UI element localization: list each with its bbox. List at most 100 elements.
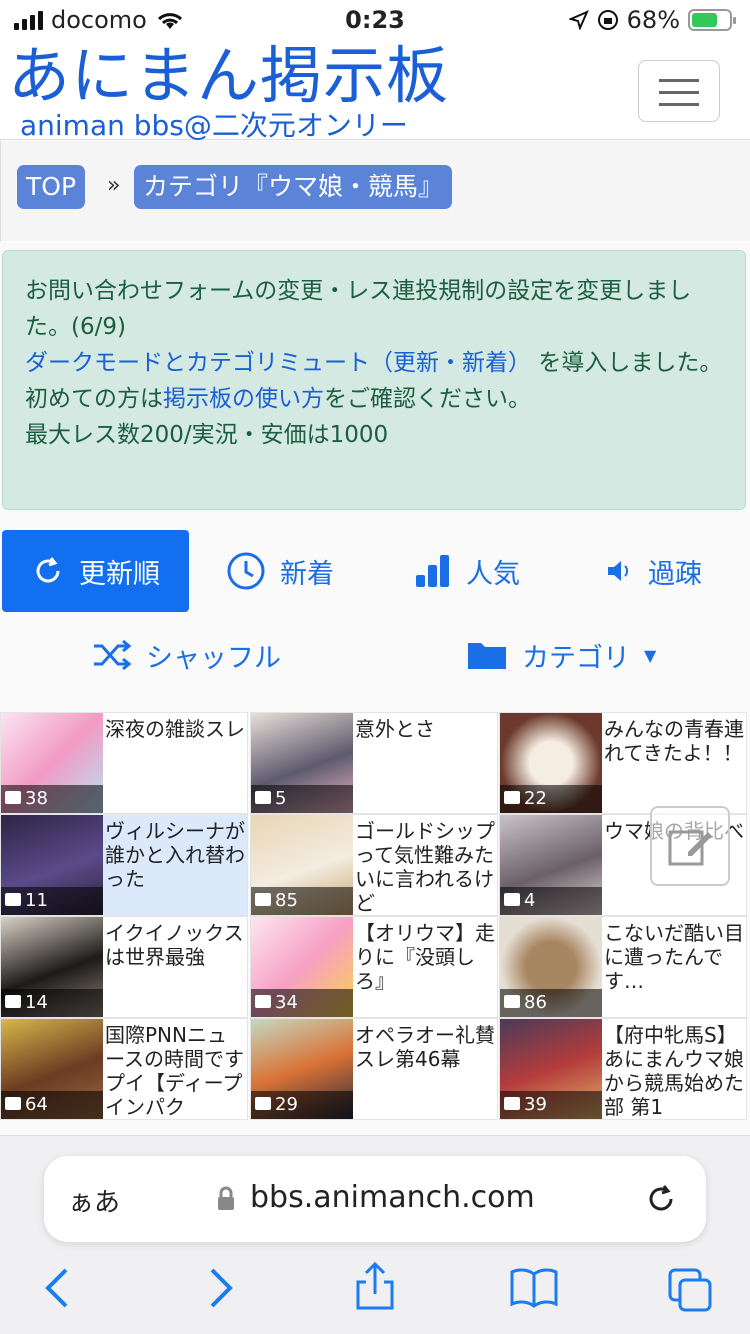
thread-card[interactable]: 14 イクイノックスは世界最強 (0, 916, 248, 1018)
reply-count: 39 (500, 1091, 602, 1119)
thread-title: ヴィルシーナが誰かと入れ替わった (105, 819, 245, 891)
thread-card[interactable]: 29 オペラオー礼賛スレ第46幕 (250, 1018, 498, 1120)
reply-count: 86 (500, 989, 602, 1017)
reply-count: 34 (251, 989, 353, 1017)
thread-title: ゴールドシップって気性難みたいに言われるけど (355, 819, 495, 915)
thread-title: 【オリウマ】走りに『没頭しろ』 (355, 921, 495, 993)
reply-count: 4 (500, 887, 602, 915)
category-label: カテゴリ (522, 642, 630, 674)
caret-down-icon: ▼ (644, 645, 657, 665)
tab-label: 人気 (466, 558, 520, 590)
thread-card[interactable]: 64 国際PNNニュースの時間ですプイ【ディープインパク (0, 1018, 248, 1120)
thread-thumbnail: 34 (251, 917, 353, 1017)
usage-guide-link[interactable]: 掲示板の使い方 (163, 386, 324, 412)
sort-tabs: 更新順 新着 人気 過疎 (0, 530, 750, 612)
menu-button[interactable] (638, 60, 720, 122)
notice-line-1: お問い合わせフォームの変更・レス連投規制の設定を変更しました。(6/9) (25, 278, 692, 340)
thread-card[interactable]: 86 こないだ酷い目に遭ったんです… (499, 916, 747, 1018)
url-text: bbs.animanch.com (250, 1180, 535, 1215)
thread-title: イクイノックスは世界最強 (105, 921, 244, 969)
thread-card[interactable]: 39 【府中牝馬S】あにまんウマ娘から競馬始めた部 第1 (499, 1018, 747, 1120)
back-icon[interactable] (42, 1266, 72, 1310)
share-icon[interactable] (354, 1260, 396, 1312)
reply-count: 22 (500, 785, 602, 813)
clock-icon (227, 552, 265, 590)
thread-title: 【府中牝馬S】あにまんウマ娘から競馬始めた部 第1 (604, 1023, 744, 1119)
thread-thumbnail: 85 (251, 815, 353, 915)
bookmarks-icon[interactable] (508, 1266, 560, 1310)
thread-card[interactable]: 22 みんなの青春連れてきたよ！！ (499, 712, 747, 814)
reader-aa-button[interactable]: ぁあ (68, 1182, 120, 1219)
thread-title: 意外とさ (355, 717, 435, 741)
lock-icon (218, 1186, 234, 1210)
hamburger-icon (659, 79, 699, 82)
address-bar[interactable]: ぁあ bbs.animanch.com (44, 1156, 706, 1242)
edit-icon (668, 830, 712, 866)
reply-count: 11 (1, 887, 103, 915)
thread-thumbnail: 29 (251, 1019, 353, 1119)
refresh-icon (36, 557, 60, 583)
thread-title: 深夜の雑談スレ (105, 717, 245, 741)
hamburger-icon (659, 91, 699, 94)
tab-label: 新着 (280, 558, 334, 590)
thread-thumbnail: 5 (251, 713, 353, 813)
site-header: あにまん掲示板 animan bbs@二次元オンリー (0, 40, 750, 142)
thread-thumbnail: 14 (1, 917, 103, 1017)
dark-mode-link[interactable]: ダークモードとカテゴリミュート（更新・新着） (25, 350, 531, 376)
tab-popular[interactable]: 人気 (414, 530, 520, 612)
thread-thumbnail: 64 (1, 1019, 103, 1119)
new-thread-button[interactable] (650, 806, 730, 886)
tab-label: 過疎 (648, 558, 702, 590)
breadcrumb: TOP » カテゴリ『ウマ娘・競馬』 (0, 141, 750, 241)
shuffle-label: シャッフル (146, 642, 281, 674)
thread-card[interactable]: 38 深夜の雑談スレ (0, 712, 248, 814)
status-right: 68% (568, 6, 736, 34)
thread-card[interactable]: 34 【オリウマ】走りに『没頭しろ』 (250, 916, 498, 1018)
category-dropdown[interactable]: カテゴリ ▼ (466, 622, 656, 688)
thread-thumbnail: 86 (500, 917, 602, 1017)
reload-icon[interactable] (644, 1182, 678, 1216)
site-logo[interactable]: あにまん掲示板 (8, 44, 449, 110)
breadcrumb-category-link[interactable]: カテゴリ『ウマ娘・競馬』 (134, 165, 453, 209)
reply-count: 85 (251, 887, 353, 915)
notice-line-2: ダークモードとカテゴリミュート（更新・新着） を導入しました。 (25, 345, 723, 381)
thread-card[interactable]: 11 ヴィルシーナが誰かと入れ替わった (0, 814, 248, 916)
breadcrumb-top-link[interactable]: TOP (17, 165, 86, 209)
browser-chrome: ぁあ bbs.animanch.com (0, 1135, 750, 1334)
notice-text: 初めての方は (25, 386, 163, 412)
reply-count: 29 (251, 1091, 353, 1119)
rotation-lock-icon (597, 10, 618, 30)
reply-count: 5 (251, 785, 353, 813)
reply-count: 38 (1, 785, 103, 813)
tab-new[interactable]: 新着 (226, 530, 334, 612)
notice-box: お問い合わせフォームの変更・レス連投規制の設定を変更しました。(6/9) ダーク… (2, 250, 746, 510)
battery-icon (688, 9, 736, 31)
hamburger-icon (659, 103, 699, 106)
thread-thumbnail: 39 (500, 1019, 602, 1119)
tabs-icon[interactable] (666, 1266, 714, 1314)
thread-title: こないだ酷い目に遭ったんです… (604, 921, 744, 993)
reply-count: 14 (1, 989, 103, 1017)
sub-nav: シャッフル カテゴリ ▼ (0, 622, 750, 692)
thread-card[interactable]: 5 意外とさ (250, 712, 498, 814)
site-sublogo: animan bbs@二次元オンリー (20, 109, 408, 142)
forward-icon[interactable] (206, 1266, 236, 1310)
notice-line-4: 最大レス数200/実況・安価は1000 (25, 422, 389, 448)
thread-thumbnail: 11 (1, 815, 103, 915)
tab-sparse[interactable]: 過疎 (604, 530, 702, 612)
reply-count: 64 (1, 1091, 103, 1119)
shuffle-icon (94, 639, 132, 671)
notice-text: を導入しました。 (538, 350, 723, 376)
battery-percent: 68% (626, 6, 680, 34)
thread-card[interactable]: 85 ゴールドシップって気性難みたいに言われるけど (250, 814, 498, 916)
notice-line-3: 初めての方は掲示板の使い方をご確認ください。 (25, 381, 723, 417)
shuffle-button[interactable]: シャッフル (92, 622, 281, 688)
status-bar: docomo 0:23 68% (0, 0, 750, 40)
notice-text: をご確認ください。 (324, 386, 531, 412)
tab-label: 更新順 (79, 558, 160, 590)
thread-thumbnail: 38 (1, 713, 103, 813)
tab-updated[interactable]: 更新順 (2, 530, 189, 612)
thread-title: みんなの青春連れてきたよ！！ (604, 717, 744, 765)
thread-title: 国際PNNニュースの時間ですプイ【ディープインパク (105, 1023, 244, 1119)
thread-thumbnail: 22 (500, 713, 602, 813)
